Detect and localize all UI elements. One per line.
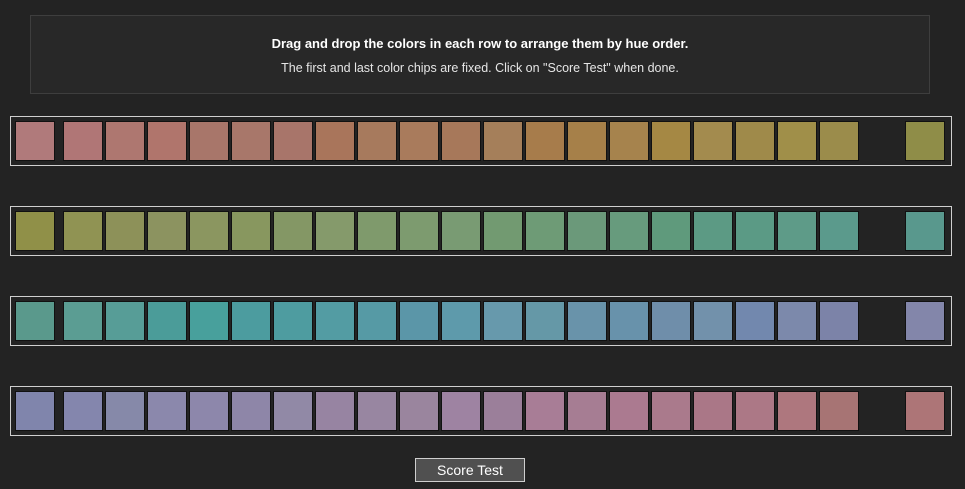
color-chip[interactable]	[777, 211, 817, 251]
color-chip[interactable]	[273, 391, 313, 431]
color-row-3	[10, 296, 952, 346]
color-row-1	[10, 116, 952, 166]
color-chip[interactable]	[399, 211, 439, 251]
color-chip[interactable]	[651, 391, 691, 431]
fixed-color-chip	[905, 391, 945, 431]
fixed-color-chip	[15, 391, 55, 431]
color-chip[interactable]	[105, 121, 145, 161]
color-chip[interactable]	[735, 121, 775, 161]
color-chip[interactable]	[231, 391, 271, 431]
color-chip[interactable]	[819, 211, 859, 251]
color-chip[interactable]	[441, 391, 481, 431]
fixed-color-chip	[15, 121, 55, 161]
color-chip[interactable]	[273, 121, 313, 161]
fixed-color-chip	[15, 211, 55, 251]
color-chip[interactable]	[105, 211, 145, 251]
color-chip[interactable]	[315, 121, 355, 161]
color-chip[interactable]	[525, 391, 565, 431]
color-chip[interactable]	[567, 391, 607, 431]
score-test-button[interactable]: Score Test	[415, 458, 525, 482]
color-chip[interactable]	[525, 211, 565, 251]
color-chip[interactable]	[231, 211, 271, 251]
color-chip[interactable]	[567, 121, 607, 161]
color-chip[interactable]	[357, 301, 397, 341]
color-chip[interactable]	[189, 211, 229, 251]
color-chip[interactable]	[441, 211, 481, 251]
color-chip[interactable]	[357, 121, 397, 161]
color-chip[interactable]	[399, 121, 439, 161]
color-chip[interactable]	[315, 301, 355, 341]
color-chip[interactable]	[525, 301, 565, 341]
color-chip[interactable]	[105, 391, 145, 431]
fixed-color-chip	[905, 211, 945, 251]
color-chip[interactable]	[189, 301, 229, 341]
color-chip[interactable]	[651, 121, 691, 161]
color-chip[interactable]	[819, 391, 859, 431]
color-chip[interactable]	[609, 211, 649, 251]
color-chip[interactable]	[147, 121, 187, 161]
color-chip[interactable]	[777, 121, 817, 161]
color-chip[interactable]	[735, 301, 775, 341]
color-chip[interactable]	[147, 391, 187, 431]
color-chip[interactable]	[147, 211, 187, 251]
color-chip[interactable]	[819, 121, 859, 161]
color-chip[interactable]	[609, 121, 649, 161]
color-chip[interactable]	[777, 391, 817, 431]
color-chip[interactable]	[777, 301, 817, 341]
color-chip[interactable]	[651, 211, 691, 251]
color-chip[interactable]	[441, 121, 481, 161]
color-chip[interactable]	[567, 211, 607, 251]
color-chip[interactable]	[63, 301, 103, 341]
color-chip[interactable]	[609, 391, 649, 431]
color-chip[interactable]	[399, 391, 439, 431]
color-chip[interactable]	[483, 211, 523, 251]
instructions-subtitle: The first and last color chips are fixed…	[281, 61, 679, 75]
color-chip[interactable]	[819, 301, 859, 341]
color-chip[interactable]	[483, 301, 523, 341]
color-chip[interactable]	[63, 391, 103, 431]
color-chip[interactable]	[63, 211, 103, 251]
color-chip[interactable]	[693, 211, 733, 251]
color-row-2	[10, 206, 952, 256]
fixed-color-chip	[905, 121, 945, 161]
instructions-title: Drag and drop the colors in each row to …	[271, 36, 689, 51]
fixed-color-chip	[905, 301, 945, 341]
color-chip[interactable]	[609, 301, 649, 341]
color-chip[interactable]	[651, 301, 691, 341]
color-chip[interactable]	[147, 301, 187, 341]
color-chip[interactable]	[399, 301, 439, 341]
color-chip[interactable]	[525, 121, 565, 161]
color-chip[interactable]	[231, 301, 271, 341]
color-chip[interactable]	[315, 211, 355, 251]
color-chip[interactable]	[693, 391, 733, 431]
color-row-4	[10, 386, 952, 436]
color-chip[interactable]	[357, 391, 397, 431]
color-chip[interactable]	[273, 301, 313, 341]
instructions-panel: Drag and drop the colors in each row to …	[30, 15, 930, 94]
color-chip[interactable]	[231, 121, 271, 161]
color-chip[interactable]	[273, 211, 313, 251]
color-chip[interactable]	[693, 121, 733, 161]
color-chip[interactable]	[735, 391, 775, 431]
color-chip[interactable]	[315, 391, 355, 431]
color-chip[interactable]	[735, 211, 775, 251]
color-chip[interactable]	[441, 301, 481, 341]
color-chip[interactable]	[105, 301, 145, 341]
color-chip[interactable]	[189, 391, 229, 431]
color-chip[interactable]	[357, 211, 397, 251]
color-chip[interactable]	[567, 301, 607, 341]
color-chip[interactable]	[189, 121, 229, 161]
color-chip[interactable]	[483, 391, 523, 431]
color-chip[interactable]	[63, 121, 103, 161]
color-chip[interactable]	[693, 301, 733, 341]
fixed-color-chip	[15, 301, 55, 341]
color-chip[interactable]	[483, 121, 523, 161]
